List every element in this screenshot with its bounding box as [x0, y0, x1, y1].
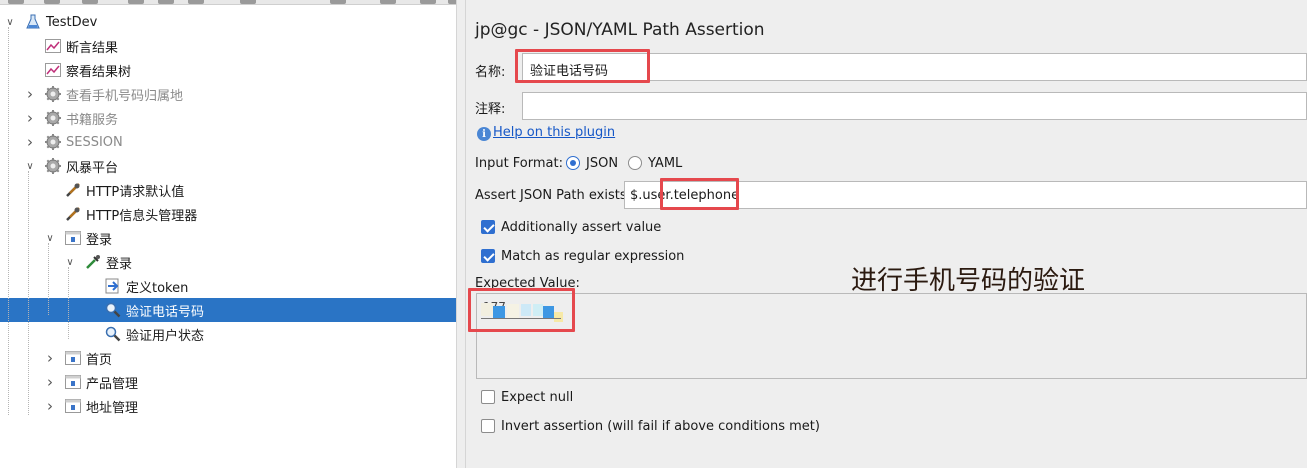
tree-item[interactable]: 断言结果 — [0, 34, 456, 58]
controller-icon — [64, 349, 82, 367]
tree-item-label: HTTP请求默认值 — [86, 184, 185, 200]
regex-label: Match as regular expression — [501, 249, 685, 264]
magnifier-icon — [104, 325, 122, 343]
sampler-icon — [84, 253, 102, 271]
info-icon: i — [477, 127, 491, 141]
controller-icon — [64, 397, 82, 415]
tree-item-label: 查看手机号码归属地 — [66, 88, 184, 104]
tree-item-label: 验证电话号码 — [126, 304, 205, 320]
expand-arrow-icon[interactable]: ∨ — [24, 160, 36, 172]
tree-item-label: 断言结果 — [66, 40, 119, 56]
panel-splitter[interactable] — [456, 0, 466, 468]
additionally-assert-checkbox[interactable] — [481, 220, 495, 234]
tree-guide-line — [48, 243, 49, 315]
flask-icon — [24, 13, 42, 31]
tree-item-label: 登录 — [86, 232, 113, 248]
magnifier-icon — [104, 301, 122, 319]
tree-item[interactable]: › 书籍服务 — [0, 106, 456, 130]
expect-null-checkbox[interactable] — [481, 390, 495, 404]
tree-guide-line — [8, 27, 9, 415]
graph-icon — [44, 61, 62, 79]
expand-arrow-icon[interactable]: ∨ — [44, 232, 56, 244]
wrench-icon — [64, 205, 82, 223]
invert-assertion-label: Invert assertion (will fail if above con… — [501, 419, 820, 434]
expect-null-label: Expect null — [501, 390, 574, 405]
tree-item-label: HTTP信息头管理器 — [86, 208, 198, 224]
tree-item-label: TestDev — [46, 14, 98, 30]
json-radio[interactable] — [566, 156, 580, 170]
gear-icon — [44, 109, 62, 127]
yaml-radio[interactable] — [628, 156, 642, 170]
gear-icon — [44, 157, 62, 175]
tree-item-label: SESSION — [66, 134, 123, 150]
collapse-arrow-icon[interactable]: › — [24, 133, 36, 151]
graph-icon — [44, 37, 62, 55]
tree-item-label: 定义token — [126, 280, 189, 296]
controller-icon — [64, 229, 82, 247]
tree-item-label: 风暴平台 — [66, 160, 119, 176]
tree-item-label: 登录 — [106, 256, 133, 272]
highlight-value-box — [468, 288, 575, 332]
tree-guide-line — [68, 267, 69, 339]
tree-item-label: 地址管理 — [86, 400, 139, 416]
tree-item[interactable]: › 查看手机号码归属地 — [0, 82, 456, 106]
tree-item[interactable]: › 产品管理 — [0, 370, 456, 394]
json-radio-label: JSON — [586, 156, 619, 171]
expand-arrow-icon[interactable]: ∨ — [4, 16, 16, 28]
test-plan-tree[interactable]: ∨ TestDev 断言结果察看结果树 › 查看手机号码归属地 › 书籍服务 › SESSION… — [0, 5, 456, 468]
annotation-text: 进行手机号码的验证 — [851, 266, 1086, 296]
tree-item[interactable]: ∨ TestDev — [0, 10, 456, 34]
tree-item[interactable]: › 首页 — [0, 346, 456, 370]
expected-value-textarea[interactable]: 177 — [476, 293, 1307, 379]
json-path-label: Assert JSON Path exists: — [475, 188, 631, 203]
additionally-assert-label: Additionally assert value — [501, 220, 662, 235]
collapse-arrow-icon[interactable]: › — [24, 85, 36, 103]
tree-item[interactable]: HTTP信息头管理器 — [0, 202, 456, 226]
comment-field[interactable] — [522, 92, 1307, 120]
collapse-arrow-icon[interactable]: › — [44, 349, 56, 367]
tree-item-label: 首页 — [86, 352, 113, 368]
panel-title: jp@gc - JSON/YAML Path Assertion — [475, 20, 765, 40]
tree-item[interactable]: HTTP请求默认值 — [0, 178, 456, 202]
tree-item[interactable]: › SESSION — [0, 130, 456, 154]
highlight-path-box — [660, 178, 739, 210]
highlight-name-box — [515, 49, 650, 83]
collapse-arrow-icon[interactable]: › — [24, 109, 36, 127]
regex-checkbox[interactable] — [481, 249, 495, 263]
tree-item[interactable]: ∨ 登录 — [0, 226, 456, 250]
collapse-arrow-icon[interactable]: › — [44, 373, 56, 391]
comment-label: 注释: — [475, 102, 506, 117]
gear-icon — [44, 85, 62, 103]
tree-item-label: 产品管理 — [86, 376, 139, 392]
tree-item-label: 书籍服务 — [66, 112, 119, 128]
gear-icon — [44, 133, 62, 151]
expand-arrow-icon[interactable]: ∨ — [64, 256, 76, 268]
wrench-icon — [64, 181, 82, 199]
collapse-arrow-icon[interactable]: › — [44, 397, 56, 415]
tree-item-label: 察看结果树 — [66, 64, 132, 80]
invert-assertion-checkbox[interactable] — [481, 419, 495, 433]
yaml-radio-label: YAML — [648, 156, 683, 171]
extractor-icon — [104, 277, 122, 295]
tree-item-label: 验证用户状态 — [126, 328, 205, 344]
tree-guide-line — [28, 171, 29, 415]
input-format-label: Input Format: — [475, 156, 563, 171]
tree-item[interactable]: 察看结果树 — [0, 58, 456, 82]
name-label: 名称: — [475, 65, 506, 80]
tree-item[interactable]: › 地址管理 — [0, 394, 456, 418]
controller-icon — [64, 373, 82, 391]
help-link[interactable]: Help on this plugin — [493, 125, 615, 140]
tree-item[interactable]: ∨ 风暴平台 — [0, 154, 456, 178]
